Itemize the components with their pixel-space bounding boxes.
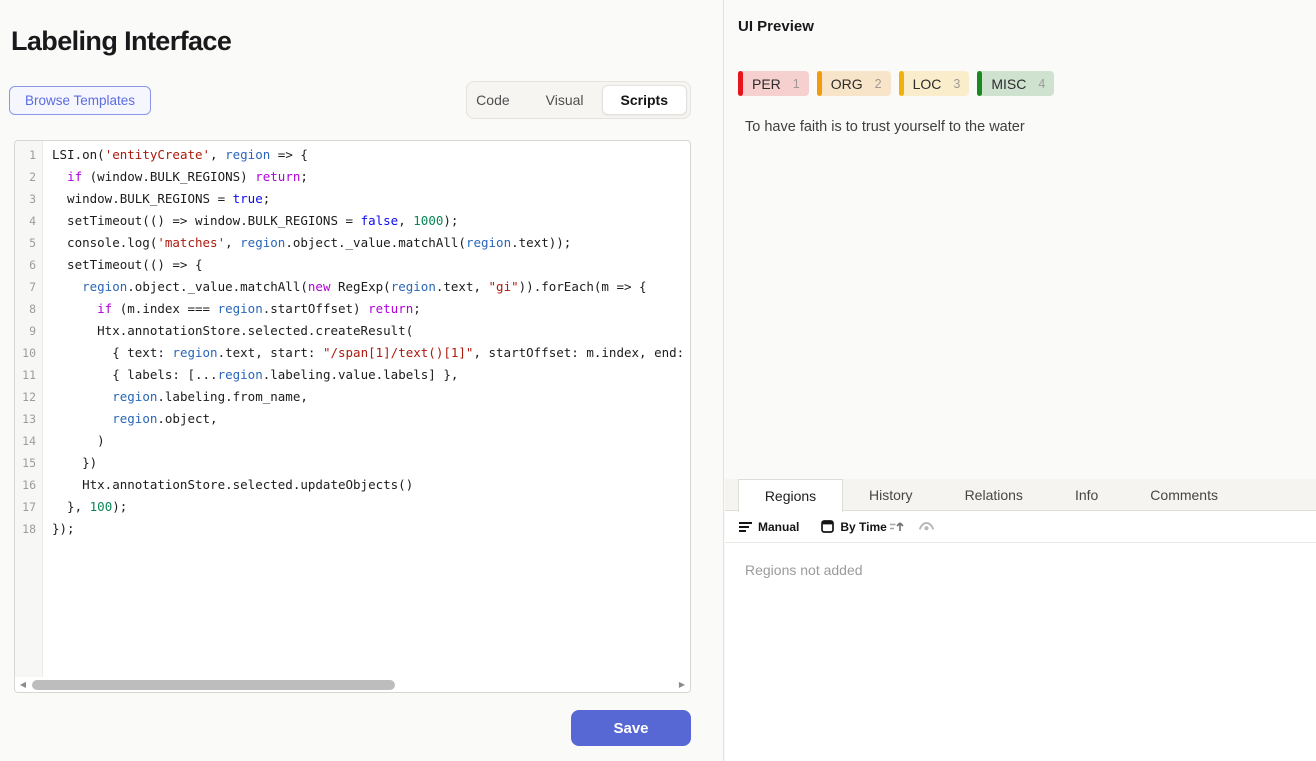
editor-gutter: 123456789101112131415161718 (15, 141, 43, 677)
sort-ascending-icon[interactable] (889, 520, 904, 533)
code-line[interactable]: LSI.on('entityCreate', region => { (52, 144, 690, 166)
scrollbar-right-arrow[interactable]: ▶ (677, 677, 687, 692)
horizontal-scrollbar[interactable]: ◀ ▶ (15, 677, 690, 692)
line-number: 5 (15, 232, 36, 254)
code-line[interactable]: Htx.annotationStore.selected.updateObjec… (52, 474, 690, 496)
scrollbar-thumb[interactable] (32, 680, 395, 690)
editor-code[interactable]: LSI.on('entityCreate', region => { if (w… (43, 141, 690, 677)
line-number: 14 (15, 430, 36, 452)
code-area[interactable]: 123456789101112131415161718 LSI.on('enti… (15, 141, 690, 677)
entity-label-loc[interactable]: LOC 3 (899, 71, 970, 96)
line-number: 12 (15, 386, 36, 408)
line-number: 15 (15, 452, 36, 474)
label-color-bar (899, 71, 904, 96)
label-color-bar (738, 71, 743, 96)
line-number: 6 (15, 254, 36, 276)
code-line[interactable]: console.log('matches', region.object._va… (52, 232, 690, 254)
code-line[interactable]: setTimeout(() => window.BULK_REGIONS = f… (52, 210, 690, 232)
line-number: 10 (15, 342, 36, 364)
save-button[interactable]: Save (571, 710, 691, 746)
code-line[interactable]: region.object, (52, 408, 690, 430)
manual-order-label: Manual (758, 520, 799, 534)
code-line[interactable]: { labels: [...region.labeling.value.labe… (52, 364, 690, 386)
label-name: PER (752, 76, 781, 92)
ui-preview-title: UI Preview (738, 18, 814, 35)
line-number: 1 (15, 144, 36, 166)
code-line[interactable]: setTimeout(() => { (52, 254, 690, 276)
code-editor[interactable]: 123456789101112131415161718 LSI.on('enti… (14, 140, 691, 693)
entity-label-misc[interactable]: MISC 4 (977, 71, 1054, 96)
entity-label-org[interactable]: ORG 2 (817, 71, 891, 96)
panel-tab-regions[interactable]: Regions (738, 479, 843, 512)
code-line[interactable]: region.labeling.from_name, (52, 386, 690, 408)
line-number: 9 (15, 320, 36, 342)
label-hotkey: 1 (793, 77, 800, 91)
tab-scripts[interactable]: Scripts (602, 85, 687, 115)
label-hotkey: 3 (953, 77, 960, 91)
code-line[interactable]: if (m.index === region.startOffset) retu… (52, 298, 690, 320)
code-line[interactable]: region.object._value.matchAll(new RegExp… (52, 276, 690, 298)
tab-visual[interactable]: Visual (528, 85, 602, 115)
label-hotkey: 4 (1038, 77, 1045, 91)
line-number: 17 (15, 496, 36, 518)
scrollbar-left-arrow[interactable]: ◀ (18, 677, 28, 692)
code-line[interactable]: }) (52, 452, 690, 474)
code-line[interactable]: Htx.annotationStore.selected.createResul… (52, 320, 690, 342)
page-title: Labeling Interface (11, 26, 231, 57)
config-panel: Labeling Interface Browse Templates Code… (0, 0, 724, 761)
manual-order-button[interactable]: Manual (739, 520, 799, 534)
label-hotkey: 2 (875, 77, 882, 91)
line-number: 13 (15, 408, 36, 430)
entity-label-per[interactable]: PER 1 (738, 71, 809, 96)
line-number: 18 (15, 518, 36, 540)
scrollbar-track[interactable] (28, 680, 677, 690)
code-line[interactable]: }, 100); (52, 496, 690, 518)
line-number: 16 (15, 474, 36, 496)
label-name: ORG (831, 76, 863, 92)
preview-sentence[interactable]: To have faith is to trust yourself to th… (745, 119, 1025, 135)
regions-toolbar: Manual By Time (725, 511, 1316, 543)
manual-order-icon (739, 521, 752, 533)
regions-empty-message: Regions not added (725, 543, 1316, 578)
label-color-bar (977, 71, 982, 96)
regions-panel: RegionsHistoryRelationsInfoComments Manu… (725, 479, 1316, 761)
panel-tab-relations[interactable]: Relations (939, 479, 1049, 511)
code-line[interactable]: ) (52, 430, 690, 452)
line-number: 4 (15, 210, 36, 232)
label-color-bar (817, 71, 822, 96)
label-name: LOC (913, 76, 942, 92)
line-number: 2 (15, 166, 36, 188)
browse-templates-button[interactable]: Browse Templates (9, 86, 151, 115)
tab-code[interactable]: Code (458, 85, 527, 115)
by-time-order-label: By Time (840, 520, 886, 534)
line-number: 7 (15, 276, 36, 298)
panel-tab-history[interactable]: History (843, 479, 939, 511)
line-number: 3 (15, 188, 36, 210)
code-line[interactable]: { text: region.text, start: "/span[1]/te… (52, 342, 690, 364)
by-time-order-button[interactable]: By Time (821, 520, 886, 534)
line-number: 8 (15, 298, 36, 320)
code-line[interactable]: if (window.BULK_REGIONS) return; (52, 166, 690, 188)
regions-panel-tabs: RegionsHistoryRelationsInfoComments (725, 479, 1316, 511)
entity-labels-row: PER 1 ORG 2 LOC 3 MISC 4 (738, 71, 1054, 96)
code-line[interactable]: }); (52, 518, 690, 540)
code-line[interactable]: window.BULK_REGIONS = true; (52, 188, 690, 210)
by-time-icon (821, 520, 834, 533)
visibility-toggle-icon[interactable] (918, 520, 935, 533)
panel-tab-comments[interactable]: Comments (1124, 479, 1244, 511)
panel-tab-info[interactable]: Info (1049, 479, 1124, 511)
line-number: 11 (15, 364, 36, 386)
editor-tab-group: CodeVisualScripts (466, 81, 691, 119)
label-name: MISC (991, 76, 1026, 92)
preview-panel: UI Preview PER 1 ORG 2 LOC 3 MISC 4 To have fai… (725, 0, 1316, 761)
